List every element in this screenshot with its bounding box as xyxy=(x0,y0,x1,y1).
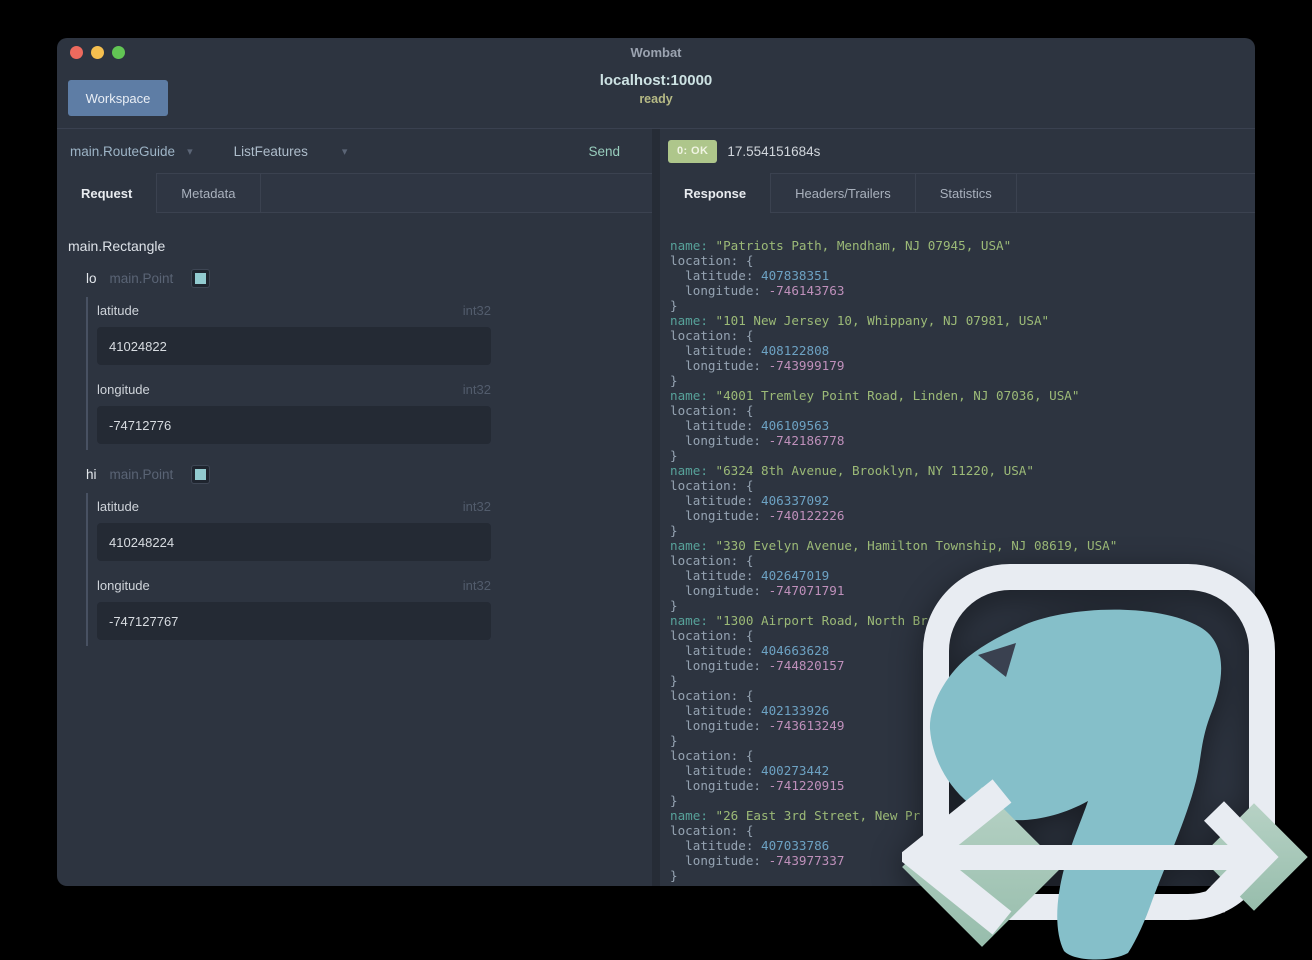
group-fields: latitude int32 longitude int32 xyxy=(86,493,491,646)
window-title: Wombat xyxy=(630,44,682,60)
checkbox-mark xyxy=(195,468,207,480)
log-line: name: "101 New Jersey 10, Whippany, NJ 0… xyxy=(670,313,1050,328)
service-selector[interactable]: main.RouteGuide ▾ xyxy=(70,144,193,159)
log-line: longitude: -740122226 xyxy=(670,508,845,523)
request-panel: main.RouteGuide ▾ ListFeatures ▾ Send Re… xyxy=(57,129,652,886)
log-line: } xyxy=(670,298,678,313)
checkbox-mark xyxy=(195,272,207,284)
log-line: longitude: -743999179 xyxy=(670,358,845,373)
tab-metadata[interactable]: Metadata xyxy=(157,173,261,213)
message-type-label: main.Rectangle xyxy=(68,238,166,254)
response-tabbar: Response Headers/Trailers Statistics xyxy=(660,173,1255,213)
field-type: int32 xyxy=(462,303,491,318)
server-address: localhost:10000 xyxy=(599,72,713,89)
group-name: hi xyxy=(86,466,97,482)
response-duration: 17.554151684s xyxy=(727,143,821,159)
tabbar-fill xyxy=(1016,173,1255,213)
log-line: location: { xyxy=(670,253,754,268)
response-toolbar: 0: OK 17.554151684s xyxy=(660,129,1255,173)
log-line: longitude: -742186778 xyxy=(670,433,845,448)
log-line: latitude: 406109563 xyxy=(670,418,830,433)
log-line: longitude: -746143763 xyxy=(670,283,845,298)
log-line: name: "Patriots Path, Mendham, NJ 07945,… xyxy=(670,238,1012,253)
log-line: location: { xyxy=(670,403,754,418)
latitude-input[interactable] xyxy=(97,523,491,561)
field-label-row: longitude int32 xyxy=(97,578,491,593)
tab-response[interactable]: Response xyxy=(660,173,772,213)
field-type: int32 xyxy=(462,578,491,593)
log-line: name: "6324 8th Avenue, Brooklyn, NY 112… xyxy=(670,463,1034,478)
field-type: int32 xyxy=(462,499,491,514)
log-line: latitude: 407838351 xyxy=(670,268,830,283)
field-label: longitude xyxy=(97,578,150,593)
log-line: } xyxy=(670,448,678,463)
group-checkbox[interactable] xyxy=(191,268,211,288)
field-label-row: longitude int32 xyxy=(97,382,491,397)
header: Workspace localhost:10000 ready xyxy=(57,66,1255,128)
titlebar: Wombat xyxy=(57,38,1255,66)
log-line: latitude: 408122808 xyxy=(670,343,830,358)
server-status: ready xyxy=(639,92,673,106)
server-info: localhost:10000 ready xyxy=(57,72,1255,106)
latitude-input[interactable] xyxy=(97,327,491,365)
status-badge: 0: OK xyxy=(668,139,718,163)
group-fields: latitude int32 longitude int32 xyxy=(86,297,491,450)
field-label: latitude xyxy=(97,303,139,318)
arrow-shaft xyxy=(924,845,1254,870)
chevron-down-icon: ▾ xyxy=(341,145,348,158)
request-form: main.Rectangle lo main.Point latitude int32… xyxy=(57,213,652,886)
request-toolbar: main.RouteGuide ▾ ListFeatures ▾ Send xyxy=(57,129,652,173)
group-header: hi main.Point xyxy=(86,464,652,484)
log-line: latitude: 406337092 xyxy=(670,493,830,508)
service-name: main.RouteGuide xyxy=(70,143,176,159)
chevron-down-icon: ▾ xyxy=(187,145,193,158)
tab-statistics[interactable]: Statistics xyxy=(915,173,1017,213)
request-form-groups: lomain.Pointlatitudeint32longitudeint32h… xyxy=(57,268,652,646)
group-checkbox[interactable] xyxy=(191,464,211,484)
wombat-logo xyxy=(902,564,1308,960)
log-line: } xyxy=(670,523,678,538)
tabbar-fill xyxy=(260,173,652,213)
log-line: } xyxy=(670,373,678,388)
log-line: location: { xyxy=(670,478,754,493)
log-line: name: "330 Evelyn Avenue, Hamilton Towns… xyxy=(670,538,1118,553)
method-name: ListFeatures xyxy=(233,143,308,159)
field-label-row: latitude int32 xyxy=(97,499,491,514)
group-type: main.Point xyxy=(109,466,174,482)
tab-headers-trailers[interactable]: Headers/Trailers xyxy=(771,173,916,213)
group-type: main.Point xyxy=(109,270,174,286)
method-selector[interactable]: ListFeatures ▾ xyxy=(234,144,348,159)
longitude-input[interactable] xyxy=(97,602,491,640)
field-label: latitude xyxy=(97,499,139,514)
group-header: lo main.Point xyxy=(86,268,652,288)
log-line: location: { xyxy=(670,328,754,343)
longitude-input[interactable] xyxy=(97,406,491,444)
field-label-row: latitude int32 xyxy=(97,303,491,318)
field-group-lo: lo main.Point latitude int32 longitude int32 xyxy=(57,268,652,450)
field-group-hi: hi main.Point latitude int32 longitude int32 xyxy=(57,464,652,646)
request-tabbar: Request Metadata xyxy=(57,173,652,213)
tab-request[interactable]: Request xyxy=(57,173,158,213)
field-type: int32 xyxy=(462,382,491,397)
send-button[interactable]: Send xyxy=(588,144,620,159)
field-label: longitude xyxy=(97,382,150,397)
group-name: lo xyxy=(86,270,97,286)
log-line: name: "4001 Tremley Point Road, Linden, … xyxy=(670,388,1080,403)
panel-splitter[interactable] xyxy=(652,129,660,886)
